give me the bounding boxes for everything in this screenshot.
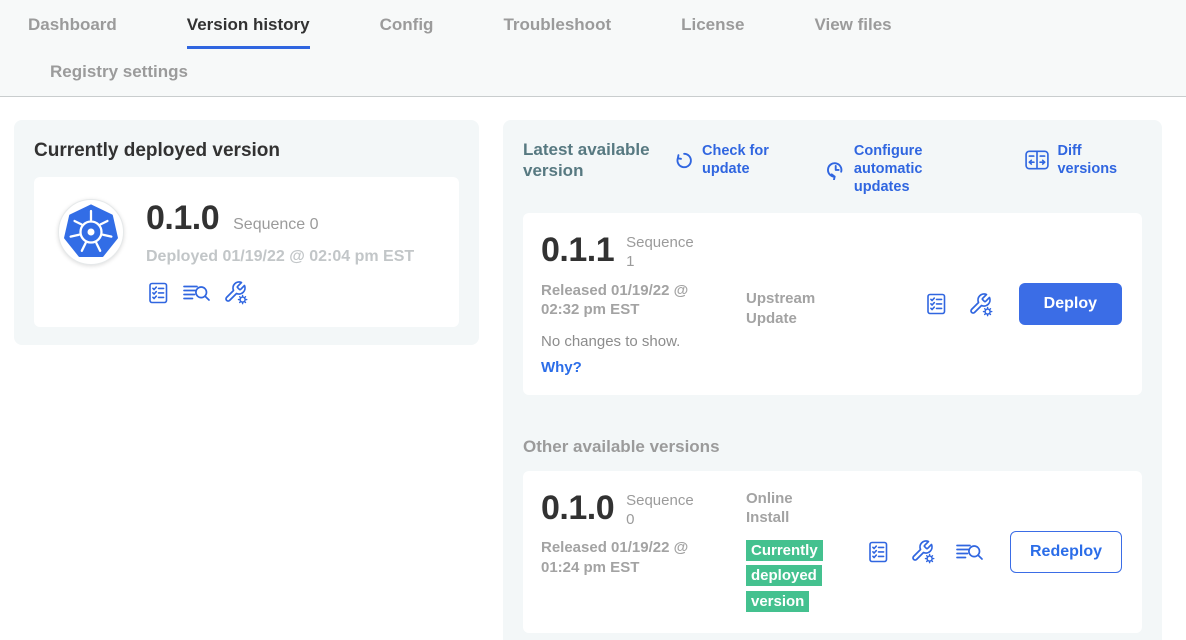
deployed-version-info: 0.1.0 Sequence 0 Deployed 01/19/22 @ 02:… [146,199,414,305]
configure-automatic-updates-label: Configure automatic updates [854,142,982,196]
deployed-version-card: 0.1.0 Sequence 0 Deployed 01/19/22 @ 02:… [34,177,459,327]
preflight-checklist-icon[interactable] [866,540,890,564]
sequence-label: Sequence 0 [626,489,698,530]
preflight-checklist-icon[interactable] [924,292,948,316]
top-navigation: Dashboard Version history Config Trouble… [0,0,1186,97]
changes-note: No changes to show. [541,333,746,350]
tab-registry-settings[interactable]: Registry settings [50,49,188,96]
scheduled-refresh-icon [825,159,846,180]
tab-view-files[interactable]: View files [814,2,891,49]
app-logo [58,199,124,265]
tab-license[interactable]: License [681,2,744,49]
nav-row-2: Registry settings [0,49,1186,96]
version-source: Online Install Currently deployed versio… [746,489,866,615]
version-line: 0.1.0 Sequence 0 [146,199,414,238]
diff-versions-link[interactable]: Diff versions [1025,142,1142,178]
latest-available-header: Latest available version Check for updat… [523,140,1142,196]
released-timestamp: Released 01/19/22 @ 01:24 pm EST [541,538,713,577]
latest-available-panel: Latest available version Check for updat… [503,120,1162,640]
currently-deployed-badge-wrap: Currently deployed version [746,538,836,615]
diff-versions-label: Diff versions [1057,142,1142,178]
refresh-arrow-icon [673,150,694,171]
tab-config[interactable]: Config [380,2,434,49]
configure-automatic-updates-link[interactable]: Configure automatic updates [825,142,982,196]
check-for-update-link[interactable]: Check for update [673,142,781,178]
config-wrench-icon[interactable] [223,280,248,305]
currently-deployed-badge: Currently deployed version [746,540,823,612]
version-line: 0.1.1 Sequence 1 [541,231,746,272]
nav-row-1: Dashboard Version history Config Trouble… [0,2,1186,49]
diff-columns-icon [1025,150,1049,170]
tab-dashboard[interactable]: Dashboard [28,2,117,49]
why-link[interactable]: Why? [541,359,582,376]
latest-version-row: 0.1.1 Sequence 1 Released 01/19/22 @ 02:… [523,213,1142,395]
other-version-row: 0.1.0 Sequence 0 Released 01/19/22 @ 01:… [523,471,1142,633]
tab-version-history[interactable]: Version history [187,2,310,49]
version-actions: Deploy [924,283,1122,325]
deployed-actions [146,280,414,305]
latest-available-title: Latest available version [523,140,673,181]
deploy-logs-icon[interactable] [955,540,984,564]
config-wrench-icon[interactable] [910,539,935,564]
sequence-label: Sequence 0 [233,216,318,234]
preflight-checklist-icon[interactable] [146,281,170,305]
version-number: 0.1.0 [541,489,614,528]
tab-troubleshoot[interactable]: Troubleshoot [503,2,611,49]
other-available-versions-heading: Other available versions [523,437,1142,457]
version-line: 0.1.0 Sequence 0 [541,489,746,530]
deploy-button[interactable]: Deploy [1019,283,1122,325]
header-actions: Check for update Configure automatic upd… [673,140,1142,196]
deployed-timestamp: Deployed 01/19/22 @ 02:04 pm EST [146,248,414,266]
config-wrench-icon[interactable] [968,292,993,317]
check-for-update-label: Check for update [702,142,781,178]
version-source: Upstream Update [746,231,866,377]
main-content: Currently deployed version 0.1.0 Sequenc… [0,97,1186,640]
source-label: Online Install [746,489,828,528]
version-actions: Redeploy [866,531,1122,573]
released-timestamp: Released 01/19/22 @ 02:32 pm EST [541,281,713,320]
kubernetes-icon [63,204,119,260]
currently-deployed-title: Currently deployed version [34,140,459,162]
deploy-logs-icon[interactable] [182,281,211,305]
sequence-label: Sequence 1 [626,231,698,272]
version-number: 0.1.1 [541,231,614,270]
currently-deployed-panel: Currently deployed version 0.1.0 Sequenc… [14,120,479,345]
version-number: 0.1.0 [146,199,219,238]
version-info: 0.1.0 Sequence 0 Released 01/19/22 @ 01:… [541,489,746,615]
source-label: Upstream Update [746,289,828,328]
version-info: 0.1.1 Sequence 1 Released 01/19/22 @ 02:… [541,231,746,377]
redeploy-button[interactable]: Redeploy [1010,531,1122,573]
